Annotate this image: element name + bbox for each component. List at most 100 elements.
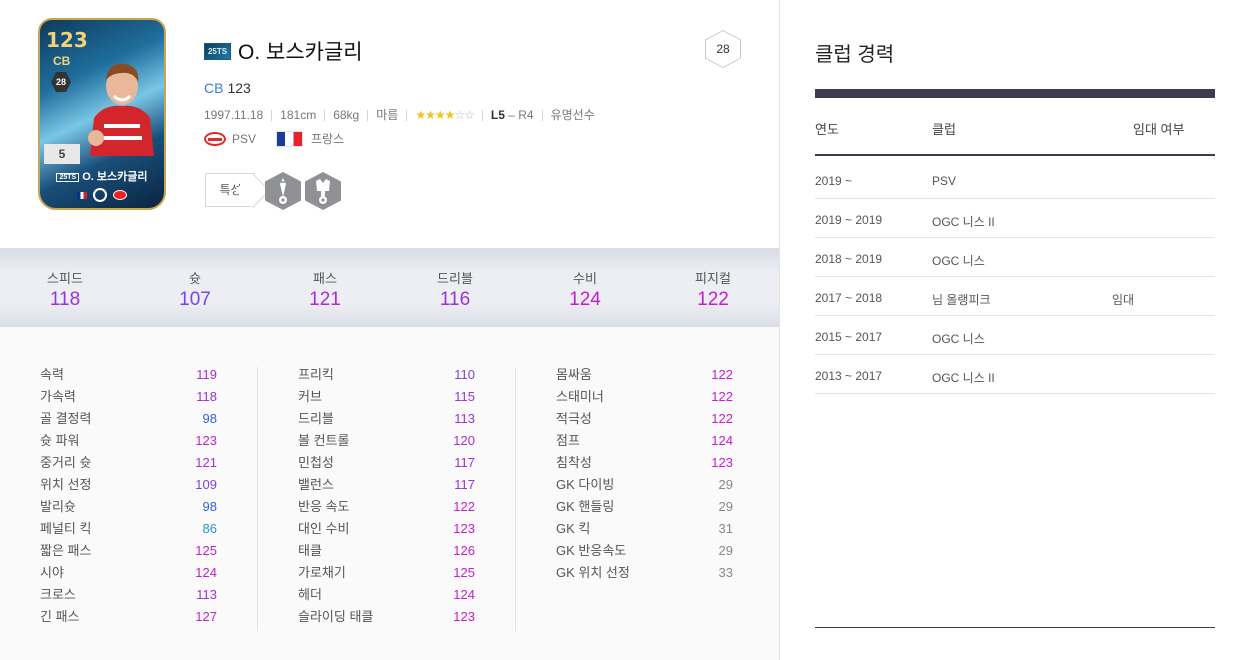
- stat-value: 123: [711, 455, 733, 470]
- stat-row: 속력 119: [40, 366, 217, 388]
- player-number: 28: [706, 31, 740, 67]
- stat-row: 페널티 킥 86: [40, 520, 217, 542]
- stat-row: GK 다이빙 29: [556, 476, 733, 498]
- stat-name: 가로채기: [298, 565, 346, 580]
- stat-row: 가속력 118: [40, 388, 217, 410]
- stars-empty: ☆☆: [454, 108, 474, 122]
- header-club: 클럽: [932, 122, 956, 137]
- trait-power-header-icon[interactable]: [305, 172, 341, 210]
- career-years: 2019 ~: [815, 174, 853, 188]
- career-panel: 클럽 경력 연도 클럽 임대 여부 2019 ~ PSV 2019 ~ 2019 OG…: [780, 0, 1247, 660]
- stat-name: 페널티 킥: [40, 521, 92, 536]
- career-row: 2015 ~ 2017 OGC 니스: [815, 316, 1215, 355]
- stat-value: 118: [196, 389, 217, 404]
- career-table-bottom: [815, 627, 1215, 628]
- stat-value: 122: [453, 499, 475, 514]
- stat-row: 짧은 패스 125: [40, 542, 217, 564]
- stat-row: GK 위치 선정 33: [556, 564, 733, 586]
- detail-stats: 속력 119 가속력 118 골 결정력 98 슛 파워 123 중거리 슛 121 위치 선정 10…: [0, 327, 779, 660]
- stat-value: 122: [711, 389, 733, 404]
- stat-row: 긴 패스 127: [40, 608, 217, 630]
- height: 181cm: [280, 108, 317, 122]
- summary-stat-value: 118: [49, 289, 81, 310]
- stat-name: 볼 컨트롤: [298, 433, 350, 448]
- stat-name: 위치 선정: [40, 477, 92, 492]
- summary-stats-band: 스피드 118 슛 107 패스 121 드리블 116 수비 124 피지컬 122: [0, 248, 779, 327]
- player-meta: 1997.11.18 181cm 68kg 마름 ★★★★☆☆ L5 – R4 유명선수: [204, 106, 595, 123]
- summary-stat-value: 122: [697, 289, 729, 310]
- career-club: OGC 니스: [932, 332, 985, 346]
- stat-name: GK 킥: [556, 521, 591, 536]
- weight: 68kg: [333, 108, 360, 122]
- stat-name: 대인 수비: [298, 521, 350, 536]
- stat-value: 86: [202, 521, 217, 536]
- stat-value: 125: [453, 565, 475, 580]
- summary-stat-label: 수비: [573, 271, 597, 286]
- trait-button[interactable]: 특성: [205, 173, 255, 207]
- card-season-badge: 25TS: [56, 172, 80, 182]
- stat-value: 124: [195, 565, 217, 580]
- summary-stat: 피지컬 122: [658, 268, 768, 311]
- stat-row: 슛 파워 123: [40, 432, 217, 454]
- stat-name: 침착성: [556, 455, 592, 470]
- stat-name: 골 결정력: [40, 411, 92, 426]
- stat-value: 126: [453, 543, 475, 558]
- stat-value: 29: [718, 543, 733, 558]
- stat-value: 123: [453, 609, 475, 624]
- stat-name: 중거리 슛: [40, 455, 92, 470]
- stat-value: 127: [195, 609, 217, 624]
- summary-stat: 수비 124: [530, 268, 640, 311]
- stat-name: 발리슛: [40, 499, 76, 514]
- stat-value: 124: [453, 587, 475, 602]
- stat-name: 가속력: [40, 389, 76, 404]
- stat-name: 민첩성: [298, 455, 334, 470]
- career-years: 2017 ~ 2018: [815, 291, 883, 305]
- summary-stat-value: 107: [179, 289, 211, 310]
- stat-name: GK 위치 선정: [556, 565, 630, 580]
- stat-name: GK 다이빙: [556, 477, 615, 492]
- stat-name: 시야: [40, 565, 64, 580]
- stat-row: 볼 컨트롤 120: [298, 432, 475, 454]
- stat-row: 몸싸움 122: [556, 366, 733, 388]
- stat-name: 태클: [298, 543, 322, 558]
- career-years: 2018 ~ 2019: [815, 252, 883, 266]
- stat-row: 시야 124: [40, 564, 217, 586]
- stat-name: GK 핸들링: [556, 499, 615, 514]
- summary-stat-label: 피지컬: [695, 271, 731, 286]
- summary-stat-value: 121: [309, 289, 341, 310]
- stat-value: 123: [195, 433, 217, 448]
- stat-row: GK 핸들링 29: [556, 498, 733, 520]
- stat-name: 점프: [556, 433, 580, 448]
- stat-value: 115: [454, 389, 475, 404]
- card-nation-flag: [77, 191, 87, 199]
- stat-value: 29: [718, 499, 733, 514]
- card-position: CB: [53, 54, 71, 68]
- card-club-logo-icon: [113, 190, 127, 200]
- stat-value: 29: [718, 477, 733, 492]
- summary-stat-label: 드리블: [437, 271, 473, 286]
- stat-name: 속력: [40, 367, 64, 382]
- stat-name: 크로스: [40, 587, 76, 602]
- stat-name: 슛 파워: [40, 433, 80, 448]
- summary-stat-value: 116: [439, 289, 471, 310]
- stat-row: 드리블 113: [298, 410, 475, 432]
- club-name: PSV: [232, 131, 257, 146]
- detail-column: 프리킥 110 커브 115 드리블 113 볼 컨트롤 120 민첩성 117 밸런스 117 반응 …: [298, 366, 475, 630]
- stat-name: 헤더: [298, 587, 322, 602]
- position-line: CB 123: [204, 80, 251, 96]
- stat-value: 98: [202, 499, 217, 514]
- career-years: 2019 ~ 2019: [815, 213, 883, 227]
- league-logo-icon: [93, 188, 107, 202]
- summary-stat: 패스 121: [270, 268, 380, 311]
- weak-foot-left: L5: [490, 108, 505, 122]
- stars-filled: ★★★★: [415, 108, 455, 122]
- card-ovr: 123: [46, 28, 88, 52]
- career-club: OGC 니스 II: [932, 215, 995, 229]
- player-panel: 123 CB 28 5 25TS O. 보스카글리 25TS O. 보스카글리 28…: [0, 0, 779, 660]
- trait-long-throw-icon[interactable]: [265, 172, 301, 210]
- career-title: 클럽 경력: [815, 44, 895, 66]
- body-type: 마름: [376, 108, 399, 122]
- stat-row: 위치 선정 109: [40, 476, 217, 498]
- stat-name: 짧은 패스: [40, 543, 92, 558]
- stat-value: 125: [195, 543, 217, 558]
